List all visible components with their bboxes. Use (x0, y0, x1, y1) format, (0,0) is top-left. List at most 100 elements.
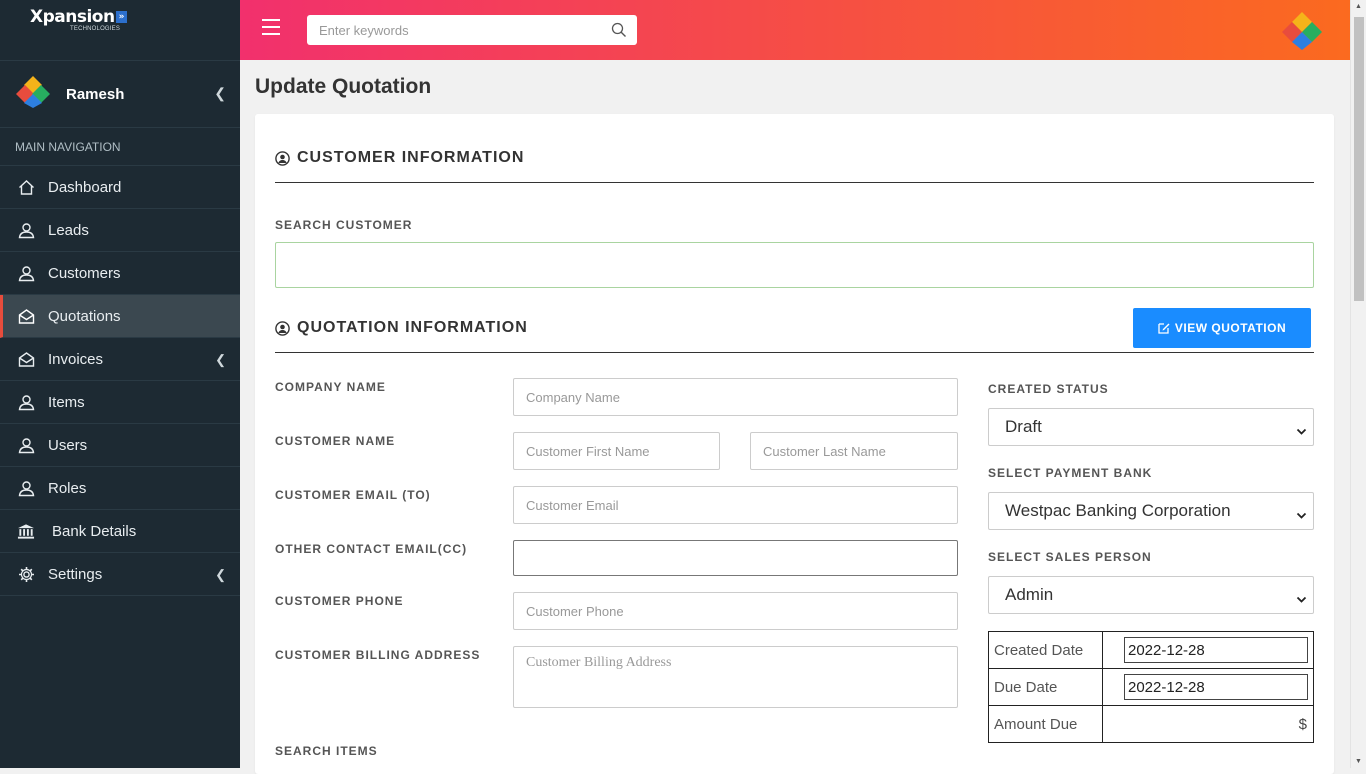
chevron-left-icon: ❮ (215, 352, 226, 367)
user-icon (17, 393, 35, 411)
created-status-label: CREATED STATUS (988, 382, 1109, 396)
amount-due-value: $ (1102, 705, 1314, 743)
brand-subtitle: TECHNOLOGIES (70, 26, 121, 32)
scroll-up-arrow-icon[interactable]: ▲ (1355, 3, 1362, 10)
section-title-text: QUOTATION INFORMATION (297, 319, 528, 336)
user-icon (17, 479, 35, 497)
envelope-icon (17, 307, 35, 325)
sidebar-item-invoices[interactable]: Invoices ❮ (0, 338, 240, 381)
view-quotation-button[interactable]: VIEW QUOTATION (1133, 308, 1311, 348)
view-quotation-label: VIEW QUOTATION (1174, 321, 1287, 335)
scrollbar-thumb[interactable] (1354, 17, 1364, 301)
brand-name: Xpansion (30, 7, 115, 27)
payment-bank-select[interactable]: Westpac Banking Corporation (988, 492, 1314, 530)
user-icon (17, 221, 35, 239)
sidebar-item-label: Bank Details (52, 522, 137, 540)
gear-icon (17, 565, 35, 583)
section-title-text: CUSTOMER INFORMATION (297, 149, 525, 166)
sidebar-item-users[interactable]: Users (0, 424, 240, 467)
dates-table: Created Date 2022-12-28 Due Date 2022-12… (988, 631, 1314, 743)
edit-icon (1158, 322, 1170, 334)
table-row: Due Date 2022-12-28 (988, 668, 1314, 706)
cc-email-label: OTHER CONTACT EMAIL(CC) (275, 542, 468, 556)
user-icon (17, 264, 35, 282)
sidebar-item-label: Dashboard (48, 178, 122, 196)
sidebar-item-label: Items (48, 393, 85, 411)
sidebar-item-label: Customers (48, 264, 121, 282)
table-row: Created Date 2022-12-28 (988, 631, 1314, 669)
user-circle-icon (275, 150, 290, 166)
search-input[interactable] (307, 15, 597, 45)
search-customer-label: SEARCH CUSTOMER (275, 218, 413, 232)
billing-address-label: CUSTOMER BILLING ADDRESS (275, 648, 481, 662)
customer-email-label: CUSTOMER EMAIL (TO) (275, 488, 431, 502)
sidebar-item-bank-details[interactable]: Bank Details (0, 510, 240, 553)
brand-logo[interactable]: Xpansion» (30, 8, 127, 26)
user-circle-icon (275, 320, 290, 336)
payment-bank-label: SELECT PAYMENT BANK (988, 466, 1153, 480)
quotation-section-title: QUOTATION INFORMATION (275, 319, 528, 337)
billing-address-field[interactable]: Customer Billing Address (513, 646, 958, 708)
sidebar-item-dashboard[interactable]: Dashboard (0, 166, 240, 209)
chevron-down-icon (1296, 422, 1307, 442)
created-date-cell: 2022-12-28 (1102, 631, 1314, 669)
customer-first-name-field[interactable]: Customer First Name (513, 432, 720, 470)
page-scrollbar[interactable]: ▲ ▼ (1350, 0, 1366, 768)
chevron-left-icon[interactable]: ❮ (214, 85, 226, 102)
avatar[interactable] (16, 75, 50, 114)
created-date-label: Created Date (988, 631, 1103, 669)
sales-person-label: SELECT SALES PERSON (988, 550, 1152, 564)
created-date-input[interactable]: 2022-12-28 (1124, 637, 1308, 663)
top-header (240, 0, 1350, 60)
brand: Xpansion» TECHNOLOGIES (0, 0, 240, 60)
chevron-left-icon: ❮ (215, 567, 226, 582)
due-date-label: Due Date (988, 668, 1103, 706)
due-date-input[interactable]: 2022-12-28 (1124, 674, 1308, 700)
brand-badge: » (115, 11, 127, 23)
user-name: Ramesh (66, 85, 125, 103)
sales-person-value: Admin (1005, 585, 1054, 604)
sidebar-item-label: Settings (48, 565, 103, 583)
nav-header: MAIN NAVIGATION (0, 128, 240, 166)
sidebar-item-items[interactable]: Items (0, 381, 240, 424)
created-status-value: Draft (1005, 417, 1042, 436)
sidebar-item-leads[interactable]: Leads (0, 209, 240, 252)
customer-email-field[interactable]: Customer Email (513, 486, 958, 524)
sidebar-item-quotations[interactable]: Quotations (0, 295, 240, 338)
avatar[interactable] (1282, 11, 1322, 56)
sidebar-item-label: Users (48, 436, 88, 454)
sidebar-item-label: Invoices (48, 350, 104, 368)
created-status-select[interactable]: Draft (988, 408, 1314, 446)
search-icon[interactable] (611, 22, 627, 43)
search-items-label: SEARCH ITEMS (275, 744, 378, 758)
sidebar-item-customers[interactable]: Customers (0, 252, 240, 295)
company-name-label: COMPANY NAME (275, 380, 386, 394)
divider (275, 182, 1314, 183)
sidebar: Xpansion» TECHNOLOGIES Ramesh ❮ MAIN NAV… (0, 0, 240, 768)
company-name-field[interactable]: Company Name (513, 378, 958, 416)
sidebar-item-settings[interactable]: Settings ❮ (0, 553, 240, 596)
envelope-icon (17, 350, 35, 368)
header-search (307, 15, 637, 45)
user-panel: Ramesh ❮ (0, 60, 240, 128)
amount-due-label: Amount Due (988, 705, 1103, 743)
home-icon (17, 178, 35, 196)
customer-name-label: CUSTOMER NAME (275, 434, 396, 448)
scroll-down-arrow-icon[interactable]: ▼ (1355, 758, 1362, 765)
quotation-form-card: CUSTOMER INFORMATION SEARCH CUSTOMER QUO… (255, 114, 1334, 774)
customer-section-title: CUSTOMER INFORMATION (275, 149, 524, 167)
due-date-cell: 2022-12-28 (1102, 668, 1314, 706)
search-customer-input[interactable] (275, 242, 1314, 288)
menu-toggle-icon[interactable] (262, 19, 280, 35)
customer-last-name-field[interactable]: Customer Last Name (750, 432, 958, 470)
bank-icon (17, 522, 35, 540)
divider (275, 352, 1314, 353)
payment-bank-value: Westpac Banking Corporation (1005, 501, 1231, 520)
sidebar-item-roles[interactable]: Roles (0, 467, 240, 510)
customer-phone-field[interactable]: Customer Phone (513, 592, 958, 630)
table-row: Amount Due $ (988, 705, 1314, 743)
sidebar-item-label: Roles (48, 479, 87, 497)
sidebar-item-label: Quotations (48, 307, 121, 325)
cc-email-field[interactable] (513, 540, 958, 576)
sales-person-select[interactable]: Admin (988, 576, 1314, 614)
